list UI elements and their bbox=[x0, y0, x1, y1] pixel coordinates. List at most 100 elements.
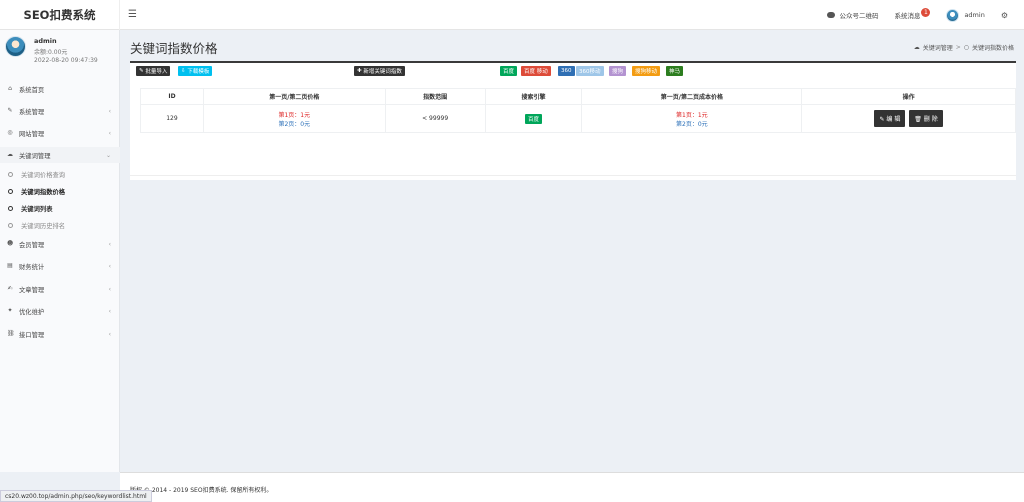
delete-button[interactable]: 🗑 删 除 bbox=[909, 110, 943, 127]
sidebar-item-keywords[interactable]: ☁ 关键词管理 ⌄ bbox=[0, 147, 120, 163]
sidebar-item-articles[interactable]: ✍ 文章管理 ‹ bbox=[0, 281, 120, 297]
engine-filter-shenma[interactable]: 神马 bbox=[666, 66, 684, 76]
menu-toggle-icon[interactable]: ☰ bbox=[128, 9, 137, 20]
cloud-icon: ☁ bbox=[913, 44, 920, 51]
user-menu[interactable]: admin bbox=[938, 0, 992, 30]
chevron-left-icon: ‹ bbox=[108, 240, 111, 248]
chevron-left-icon: ‹ bbox=[108, 330, 111, 338]
sidebar-item-system[interactable]: ✎ 系统管理 ‹ bbox=[0, 103, 120, 119]
messages-link[interactable]: 系统消息 1 bbox=[886, 0, 938, 30]
engine-filter-sogou[interactable]: 搜狗 bbox=[609, 66, 627, 76]
circle-icon bbox=[8, 205, 13, 211]
page-title: 关键词指数价格 bbox=[130, 41, 218, 56]
chevron-left-icon: ‹ bbox=[108, 285, 111, 293]
engine-filter-baidu[interactable]: 百度 bbox=[500, 66, 518, 76]
circle-icon bbox=[8, 188, 13, 194]
sidebar-item-label: 接口管理 bbox=[19, 331, 45, 339]
user-menu-name: admin bbox=[964, 11, 985, 19]
edit-button[interactable]: ✎ 编 辑 bbox=[874, 110, 906, 127]
breadcrumb-item[interactable]: 关键词管理 bbox=[923, 43, 953, 52]
settings-button[interactable]: ⚙ bbox=[993, 0, 1016, 30]
price-page2: 第2页：0元 bbox=[278, 120, 311, 128]
batch-import-button[interactable]: ✎ 批量导入 bbox=[136, 66, 171, 76]
engine-filter-baidu-mobile[interactable]: 百度 移动 bbox=[521, 66, 551, 76]
app-logo[interactable]: SEO扣费系统 bbox=[0, 0, 120, 30]
sidebar-subitem-label: 关键词列表 bbox=[21, 205, 53, 213]
sidebar-item-home[interactable]: ⌂ 系统首页 bbox=[0, 81, 120, 97]
breadcrumb-separator: > bbox=[955, 44, 961, 51]
gear-icon: ⚙ bbox=[1000, 10, 1008, 20]
link-icon: ⛓ bbox=[7, 330, 15, 337]
sidebar-subitem-price-query[interactable]: 关键词价格查询 bbox=[0, 166, 120, 182]
engine-tag: 百度 bbox=[525, 113, 543, 124]
user-name: admin bbox=[34, 37, 57, 45]
engine-filter-360-mobile[interactable]: 360移动 bbox=[576, 66, 604, 76]
delete-label: 删 除 bbox=[923, 116, 938, 123]
user-balance: 余额:0.00元 bbox=[34, 49, 68, 56]
globe-icon: ◎ bbox=[7, 129, 13, 136]
engine-filter-sogou-mobile[interactable]: 搜狗移动 bbox=[632, 66, 661, 76]
keyword-index-table: ID 第一页/第二页价格 指数范围 搜索引擎 第一页/第二页成本价格 操作 12… bbox=[140, 88, 1016, 133]
sidebar-item-api[interactable]: ⛓ 接口管理 ‹ bbox=[0, 326, 120, 342]
batch-import-label: 批量导入 bbox=[145, 69, 168, 75]
price-page1: 第1页：1元 bbox=[278, 111, 311, 119]
chevron-left-icon: ‹ bbox=[108, 262, 111, 270]
avatar bbox=[946, 8, 960, 22]
main-content: 关键词指数价格 ☁ 关键词管理 > ○ 关键词指数价格 ✎ 批量导入 ⇩ 下载模… bbox=[120, 30, 1024, 472]
chevron-left-icon: ‹ bbox=[108, 107, 111, 115]
add-keyword-index-label: 新增关键词指数 bbox=[363, 69, 402, 75]
sidebar-subitem-index-price[interactable]: 关键词指数价格 bbox=[0, 183, 120, 199]
column-header-index-range: 指数范围 bbox=[384, 88, 486, 105]
circle-icon: ○ bbox=[963, 44, 969, 51]
panel-footer bbox=[130, 175, 1016, 180]
edit-label: 编 辑 bbox=[886, 116, 901, 123]
wechat-icon bbox=[827, 12, 836, 18]
breadcrumb: ☁ 关键词管理 > ○ 关键词指数价格 bbox=[914, 43, 1014, 52]
cell-price: 第1页：1元 第2页：0元 bbox=[202, 104, 386, 133]
qrcode-label: 公众号二维码 bbox=[839, 12, 879, 20]
sidebar-item-optimization[interactable]: ✦ 优化维护 ‹ bbox=[0, 303, 120, 319]
add-keyword-index-button[interactable]: ✚ 新增关键词指数 bbox=[354, 66, 405, 76]
column-header-price: 第一页/第二页价格 bbox=[202, 88, 386, 105]
sidebar-item-label: 会员管理 bbox=[19, 241, 45, 249]
sidebar-item-label: 关键词管理 bbox=[19, 152, 51, 160]
qrcode-link[interactable]: 公众号二维码 bbox=[819, 0, 886, 30]
messages-count-badge: 1 bbox=[921, 7, 931, 17]
tools-icon: ✦ bbox=[7, 307, 13, 314]
cell-cost: 第1页：1元 第2页：0元 bbox=[581, 104, 803, 133]
page-footer: 版权 © 2014 - 2019 SEO扣费系统. 保留所有权利。 bbox=[120, 472, 1024, 502]
chevron-down-icon: ⌄ bbox=[105, 151, 111, 159]
cell-index-range: < 99999 bbox=[384, 104, 486, 133]
wrench-icon: ✎ bbox=[7, 107, 13, 114]
sidebar: admin 余额:0.00元 2022-08-20 09:47:39 ⌂ 系统首… bbox=[0, 30, 120, 472]
sidebar-item-members[interactable]: ☻ 会员管理 ‹ bbox=[0, 236, 120, 252]
sidebar-subitem-rank-history[interactable]: 关键词历史排名 bbox=[0, 217, 120, 233]
circle-icon bbox=[8, 222, 13, 228]
keyword-index-panel: ✎ 批量导入 ⇩ 下载模板 ✚ 新增关键词指数 百度 百度 移动 360 360… bbox=[130, 61, 1016, 180]
sidebar-item-website[interactable]: ◎ 网站管理 ‹ bbox=[0, 125, 120, 141]
chevron-left-icon: ‹ bbox=[108, 129, 111, 137]
sidebar-subitem-label: 关键词指数价格 bbox=[21, 188, 66, 196]
cost-page1: 第1页：1元 bbox=[676, 111, 708, 119]
engine-filter-360[interactable]: 360 bbox=[558, 66, 575, 76]
sidebar-item-finance[interactable]: ▤ 财务统计 ‹ bbox=[0, 258, 120, 274]
sidebar-item-label: 财务统计 bbox=[19, 263, 45, 271]
edit-icon: ✍ bbox=[7, 285, 13, 292]
download-template-button[interactable]: ⇩ 下载模板 bbox=[178, 66, 213, 76]
circle-icon bbox=[8, 171, 13, 177]
download-template-label: 下载模板 bbox=[187, 69, 210, 75]
messages-label: 系统消息 bbox=[894, 12, 921, 20]
sidebar-subitem-keyword-list[interactable]: 关键词列表 bbox=[0, 200, 120, 216]
column-header-actions: 操作 bbox=[801, 88, 1016, 105]
user-avatar bbox=[5, 36, 26, 57]
top-right-menu: 公众号二维码 系统消息 1 admin ⚙ bbox=[819, 0, 1016, 30]
table-row: 129 第1页：1元 第2页：0元 < 99999 百度 第1页：1元 第2页：… bbox=[140, 104, 1016, 133]
user-login-time: 2022-08-20 09:47:39 bbox=[34, 57, 98, 64]
sidebar-item-label: 系统首页 bbox=[19, 86, 45, 94]
cell-engine: 百度 bbox=[484, 104, 583, 133]
sidebar-item-label: 优化维护 bbox=[19, 308, 45, 316]
users-icon: ☻ bbox=[7, 240, 14, 247]
column-header-cost: 第一页/第二页成本价格 bbox=[581, 88, 803, 105]
chevron-left-icon: ‹ bbox=[108, 307, 111, 315]
sidebar-item-label: 文章管理 bbox=[19, 286, 45, 294]
